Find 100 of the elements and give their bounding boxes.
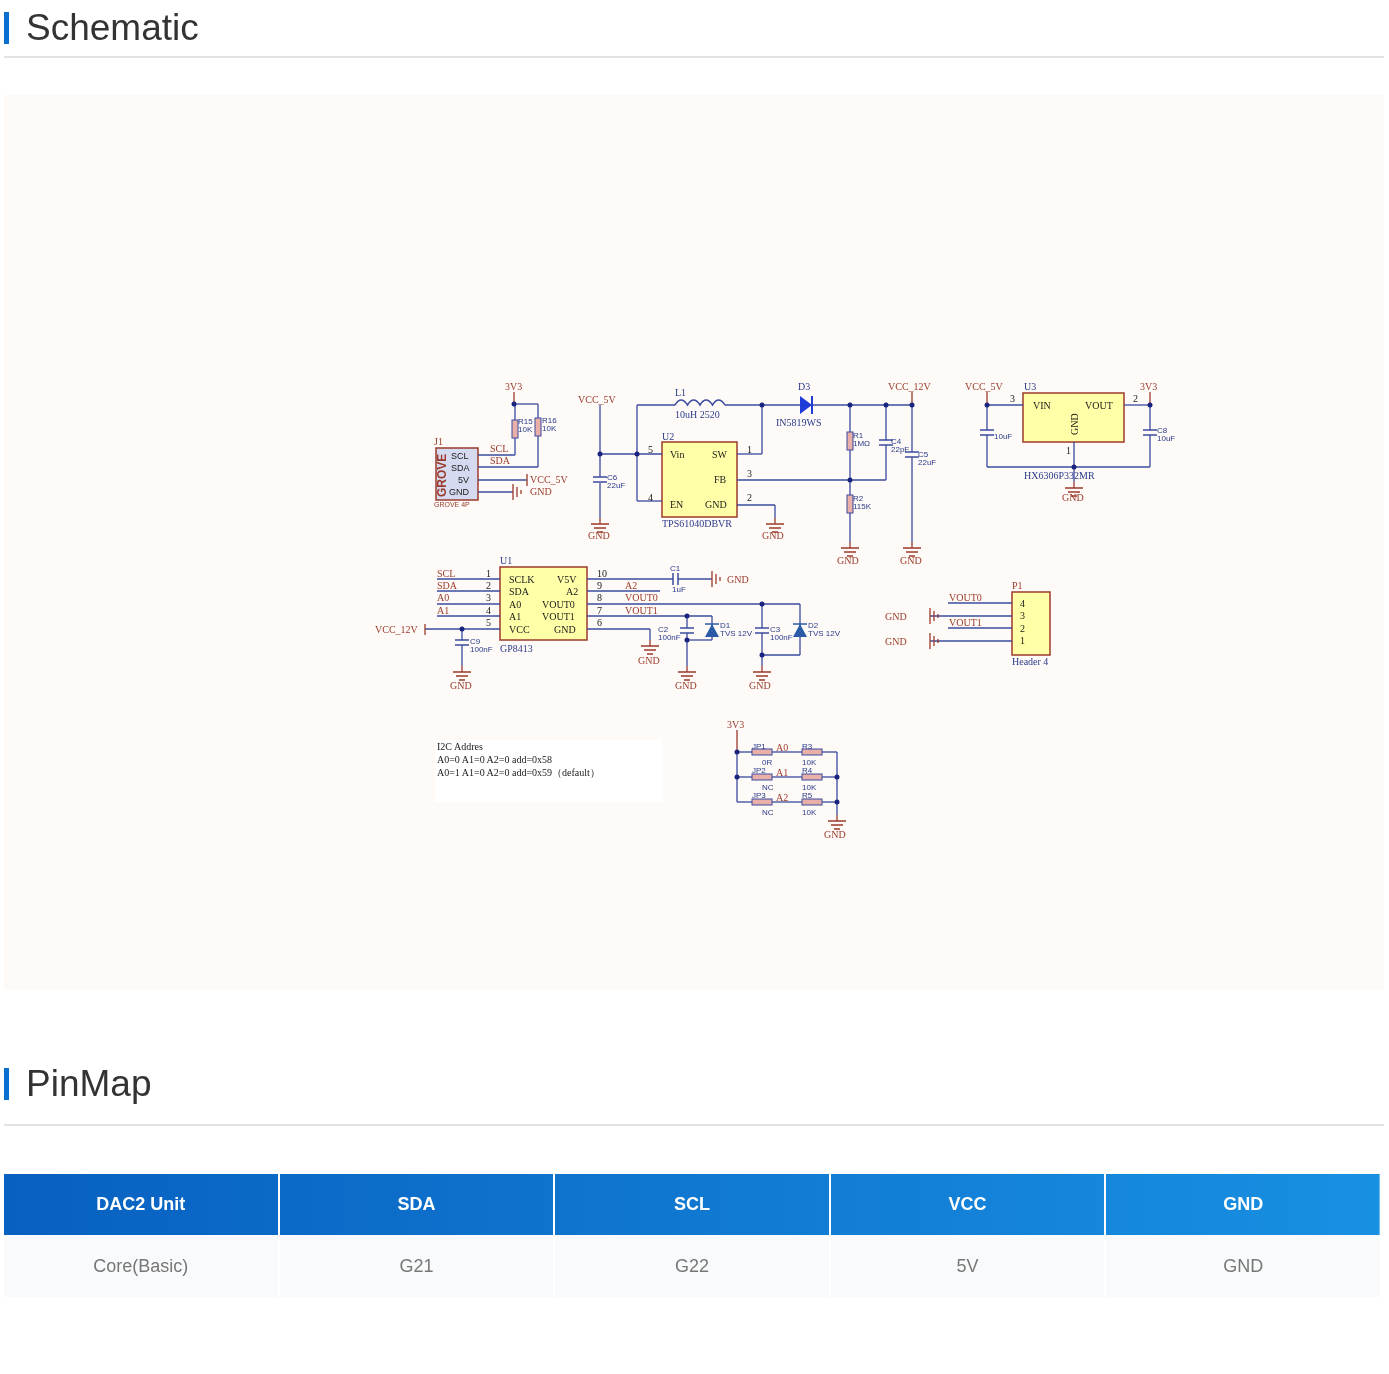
table-cell: Core(Basic): [4, 1235, 278, 1297]
part-value: C9: [470, 637, 481, 646]
part-value: 10K: [802, 783, 817, 792]
pin-label: 2: [1020, 623, 1025, 634]
section-title: Schematic: [26, 7, 199, 49]
junction-dot: [759, 601, 765, 607]
pin-label: VOUT1: [542, 611, 575, 622]
pin-label: VIN: [1033, 400, 1051, 411]
resistor-icon: [751, 798, 773, 806]
wire: [599, 482, 601, 519]
net-label: A1: [776, 767, 789, 778]
ground-icon: [827, 814, 847, 830]
pin-label: VOUT0: [542, 599, 575, 610]
wire: [436, 590, 501, 592]
column-header: SCL: [555, 1174, 829, 1235]
part-label: IN5819WS: [776, 417, 822, 428]
part-value: C2: [658, 625, 669, 634]
capacitor-icon: [679, 627, 695, 634]
net-label: A2: [625, 580, 638, 591]
net-label: J1: [434, 436, 443, 447]
diode-icon: [792, 623, 808, 637]
capacitor-icon: [754, 627, 770, 634]
part-value: 10K: [802, 808, 817, 817]
pin-label: EN: [670, 499, 684, 510]
net-label: SCL: [437, 568, 456, 579]
part-value: D2: [808, 621, 819, 630]
junction-dot: [734, 749, 740, 755]
pin-label: 3: [486, 592, 491, 603]
part-value: C5: [918, 450, 929, 459]
resistor-icon: [511, 419, 519, 439]
part-value: C1: [670, 564, 681, 573]
junction-dot: [734, 774, 740, 780]
part-value: C8: [1157, 426, 1168, 435]
junction-dot: [984, 402, 990, 408]
pin-label: 5: [486, 617, 491, 628]
table-cell: G22: [555, 1235, 829, 1297]
resistor-icon: [801, 748, 823, 756]
pin-label: SCLK: [509, 574, 535, 585]
ground-icon: [711, 570, 721, 588]
part-value: 100nF: [470, 645, 493, 654]
pin-label: 4: [648, 492, 653, 503]
net-label: GND: [588, 530, 610, 541]
diode-icon: [704, 623, 720, 637]
part-value: 100nF: [658, 633, 681, 642]
resistor-icon: [801, 773, 823, 781]
junction-dot: [1147, 402, 1153, 408]
pin-label: 2: [747, 492, 752, 503]
part-value: 22uF: [607, 481, 626, 490]
pin-label: VCC: [509, 624, 530, 635]
part-value: 1MΩ: [853, 439, 871, 448]
resistor-icon: [751, 773, 773, 781]
net-label: GND: [675, 680, 697, 691]
net-label: VCC_5V: [530, 474, 568, 485]
wire: [477, 491, 514, 493]
net-label: GND: [837, 555, 859, 566]
junction-dot: [909, 402, 915, 408]
junction-dot: [883, 402, 889, 408]
pin-label: GND: [554, 624, 576, 635]
net-label: A0: [776, 742, 789, 753]
pin-label: 4: [486, 605, 491, 616]
part-label: GP8413: [500, 643, 533, 654]
part-value: TVS 12V: [808, 629, 840, 638]
part-value: 10K: [542, 424, 557, 433]
pin-label: VOUT: [1085, 400, 1113, 411]
junction-dot: [1071, 464, 1077, 470]
net-label: VOUT0: [949, 592, 982, 603]
wire: [677, 578, 713, 580]
pin-label: A2: [566, 586, 579, 597]
capacitor-icon: [454, 639, 470, 646]
wire: [947, 627, 1013, 629]
pin-label: 6: [597, 617, 602, 628]
part-value: NC: [762, 783, 774, 792]
net-label: GND: [762, 530, 784, 541]
pin-label: 3: [1010, 393, 1015, 404]
wire: [849, 512, 851, 543]
junction-dot: [847, 477, 853, 483]
net-label: GND: [727, 574, 749, 585]
ground-icon: [512, 483, 522, 501]
note-text: A0=1 A1=0 A2=0 add=0x59（default）: [437, 767, 600, 778]
wire: [771, 776, 803, 778]
net-label: GND: [1062, 492, 1084, 503]
net-label: GND: [885, 611, 907, 622]
capacitor-icon: [592, 476, 608, 483]
net-label: VCC_5V: [965, 381, 1003, 392]
section-title: PinMap: [26, 1063, 152, 1105]
ground-icon: [752, 665, 772, 681]
net-label: GND: [530, 486, 552, 497]
resistor-icon: [846, 431, 854, 451]
pin-label: 5V: [458, 475, 469, 485]
ground-icon: [765, 517, 785, 533]
ground-icon: [840, 541, 860, 557]
junction-dot: [597, 451, 603, 457]
part-value: TVS 12V: [720, 629, 752, 638]
part-value: C4: [891, 437, 902, 446]
part-value: D1: [720, 621, 731, 630]
net-label: GND: [824, 829, 846, 840]
pin-label: 8: [597, 592, 602, 603]
pin-label: 5: [648, 444, 653, 455]
net-label: GND: [638, 655, 660, 666]
part-label: Header 4: [1012, 656, 1049, 667]
